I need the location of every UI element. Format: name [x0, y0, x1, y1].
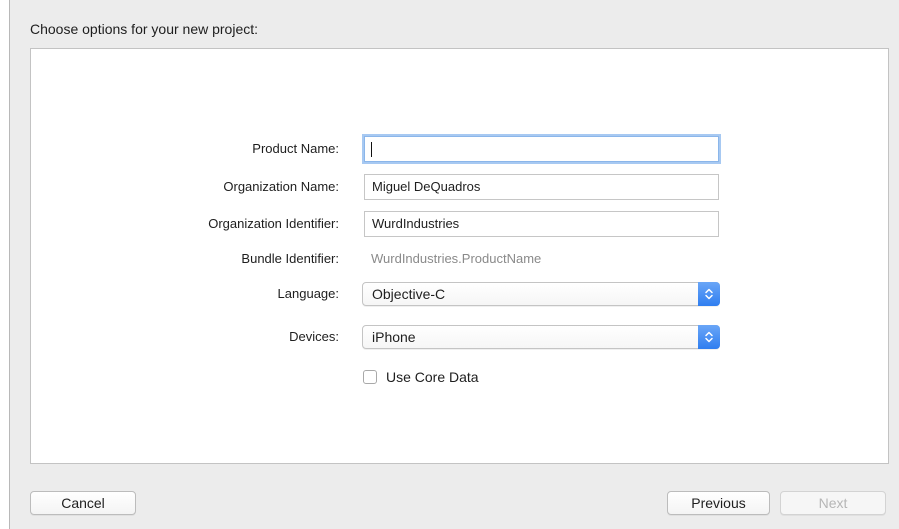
use-core-data-label[interactable]: Use Core Data: [386, 365, 479, 389]
organization-identifier-field[interactable]: WurdIndustries: [364, 211, 719, 237]
devices-popup[interactable]: iPhone: [362, 325, 720, 349]
previous-button[interactable]: Previous: [667, 491, 770, 515]
text-caret: [371, 142, 372, 157]
product-name-label: Product Name:: [252, 141, 339, 156]
organization-name-row: Organization Name: Miguel DeQuadros: [31, 174, 888, 200]
organization-name-field[interactable]: Miguel DeQuadros: [364, 174, 719, 200]
language-value: Objective-C: [372, 286, 446, 302]
bundle-identifier-label: Bundle Identifier:: [241, 251, 339, 266]
organization-identifier-label: Organization Identifier:: [208, 216, 339, 231]
core-data-row: Use Core Data: [31, 365, 888, 391]
language-popup[interactable]: Objective-C: [362, 282, 720, 306]
up-down-chevron-icon: [698, 282, 720, 306]
up-down-chevron-icon: [698, 325, 720, 349]
devices-value: iPhone: [372, 329, 416, 345]
devices-label: Devices:: [289, 329, 339, 344]
use-core-data-checkbox[interactable]: [363, 370, 377, 384]
organization-identifier-row: Organization Identifier: WurdIndustries: [31, 211, 888, 237]
organization-name-label: Organization Name:: [223, 179, 339, 194]
language-label: Language:: [277, 286, 339, 301]
devices-row: Devices: iPhone: [31, 325, 888, 351]
next-button[interactable]: Next: [780, 491, 886, 515]
page-title: Choose options for your new project:: [30, 21, 259, 37]
organization-identifier-value: WurdIndustries: [372, 216, 460, 231]
language-row: Language: Objective-C: [31, 282, 888, 308]
cancel-button[interactable]: Cancel: [30, 491, 136, 515]
bundle-identifier-row: Bundle Identifier: WurdIndustries.Produc…: [31, 246, 888, 272]
product-name-row: Product Name:: [31, 136, 888, 162]
options-panel: Product Name: Organization Name: Miguel …: [30, 48, 889, 464]
bundle-identifier-value: WurdIndustries.ProductName: [371, 251, 542, 266]
organization-name-value: Miguel DeQuadros: [372, 179, 481, 194]
product-name-field[interactable]: [364, 136, 719, 162]
new-project-sheet: Choose options for your new project: Pro…: [9, 0, 899, 529]
